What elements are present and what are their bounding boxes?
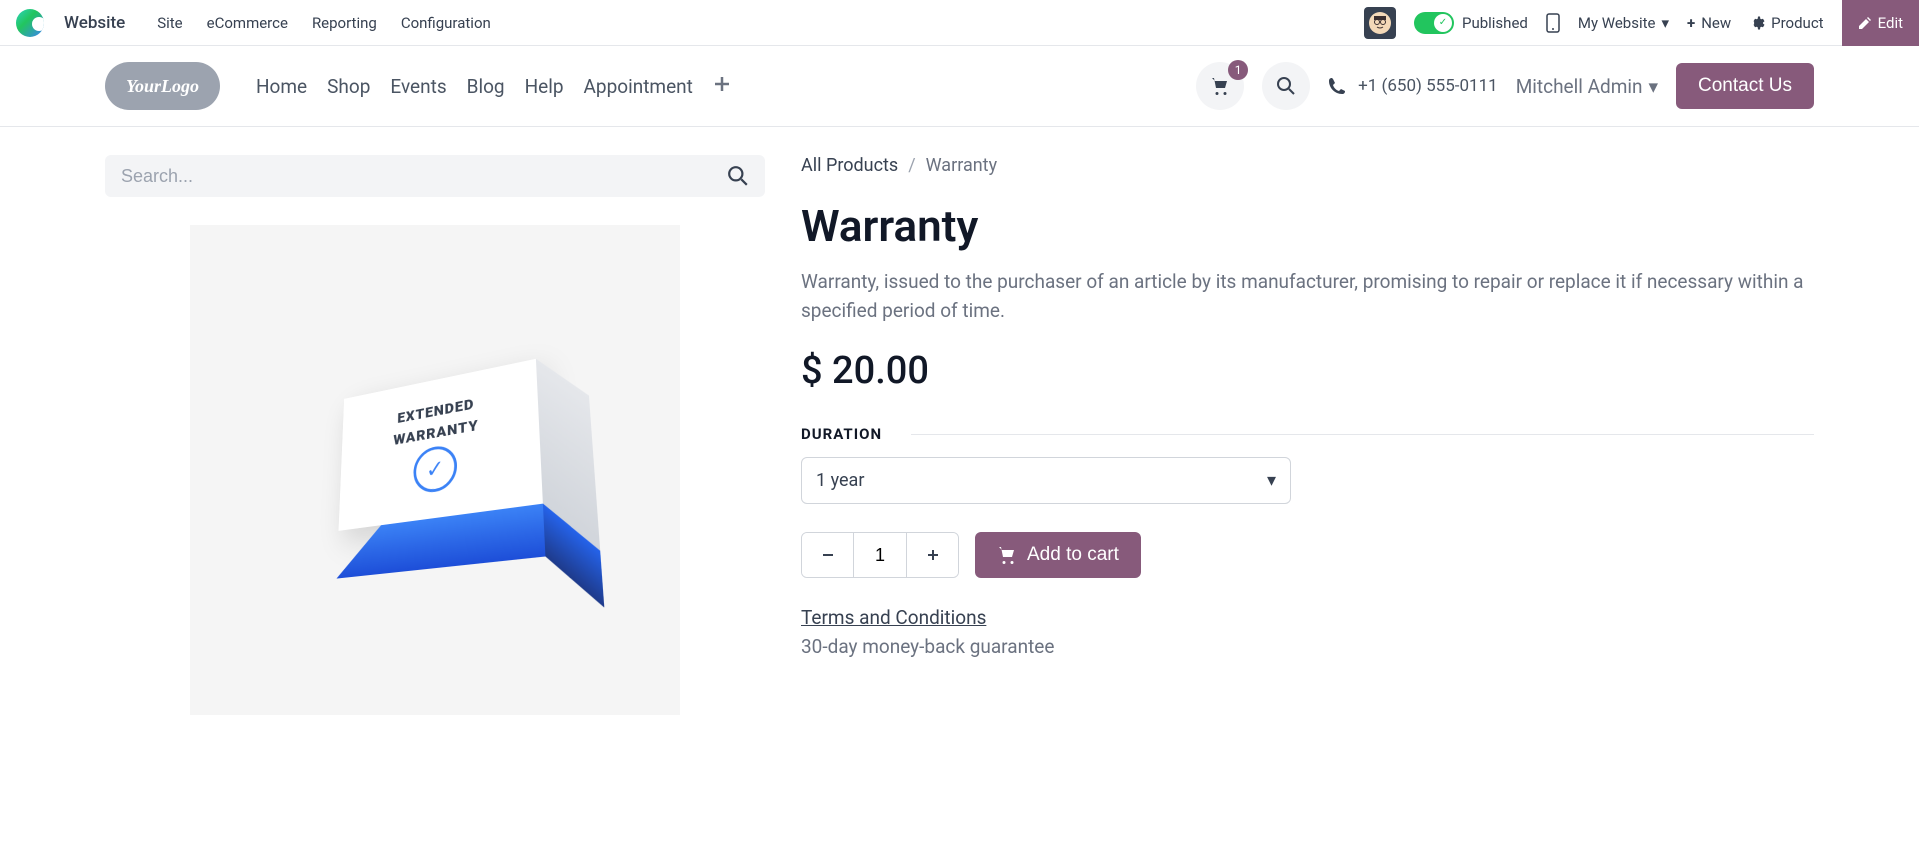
guarantee-text: 30-day money-back guarantee — [801, 635, 1814, 658]
nav-blog[interactable]: Blog — [467, 75, 505, 98]
admin-menu-site[interactable]: Site — [157, 14, 182, 32]
cart-icon — [997, 545, 1017, 565]
my-website-dropdown[interactable]: My Website ▾ — [1578, 14, 1669, 32]
admin-menu-ecommerce[interactable]: eCommerce — [207, 14, 288, 32]
published-label: Published — [1462, 14, 1528, 32]
user-name: Mitchell Admin — [1516, 75, 1643, 98]
mobile-preview-icon[interactable] — [1546, 13, 1560, 33]
add-to-cart-label: Add to cart — [1027, 544, 1119, 566]
admin-right: ✓ Published My Website ▾ + New Product E… — [1364, 0, 1919, 46]
nav-home[interactable]: Home — [256, 75, 307, 98]
caret-down-icon: ▾ — [1661, 14, 1669, 32]
product-title: Warranty — [801, 200, 1814, 252]
breadcrumb-separator: / — [908, 155, 915, 176]
qty-increase-button[interactable] — [906, 533, 958, 577]
breadcrumb: All Products / Warranty — [801, 155, 1814, 176]
cart-button[interactable]: 1 — [1196, 62, 1244, 110]
quantity-input[interactable] — [854, 533, 906, 577]
caret-down-icon: ▾ — [1267, 470, 1276, 491]
main: EXTENDED WARRANTY ✓ All Products / Warra… — [0, 127, 1919, 743]
admin-left: Website Site eCommerce Reporting Configu… — [16, 9, 491, 37]
admin-bar: Website Site eCommerce Reporting Configu… — [0, 0, 1919, 46]
search-icon — [1276, 76, 1296, 96]
phone-icon — [1328, 77, 1346, 95]
header-right: 1 +1 (650) 555-0111 Mitchell Admin ▾ Con… — [1196, 62, 1814, 110]
duration-select[interactable]: 1 year ▾ — [801, 457, 1291, 504]
qty-decrease-button[interactable] — [802, 533, 854, 577]
variant-label: DURATION — [801, 425, 1814, 443]
cart-row: Add to cart — [801, 532, 1814, 578]
site-nav: Home Shop Events Blog Help Appointment — [256, 75, 731, 98]
plus-icon: + — [1687, 14, 1695, 32]
cart-icon — [1210, 76, 1230, 96]
nav-events[interactable]: Events — [390, 75, 446, 98]
product-description: Warranty, issued to the purchaser of an … — [801, 268, 1814, 325]
search-toggle-button[interactable] — [1262, 62, 1310, 110]
caret-down-icon: ▾ — [1648, 75, 1658, 98]
quantity-stepper — [801, 532, 959, 578]
minus-icon — [821, 548, 835, 562]
site-header: YourLogo Home Shop Events Blog Help Appo… — [0, 46, 1919, 127]
app-name: Website — [64, 13, 125, 33]
search-box — [105, 155, 765, 197]
new-label: New — [1701, 14, 1731, 32]
new-button[interactable]: + New — [1687, 14, 1731, 32]
right-column: All Products / Warranty Warranty Warrant… — [801, 155, 1814, 715]
phone-info: +1 (650) 555-0111 — [1328, 76, 1498, 96]
product-image[interactable]: EXTENDED WARRANTY ✓ — [190, 225, 680, 715]
terms-link[interactable]: Terms and Conditions — [801, 606, 1814, 629]
toggle-switch: ✓ — [1414, 12, 1454, 34]
odoo-logo-icon[interactable] — [16, 9, 44, 37]
product-price: $ 20.00 — [801, 349, 1814, 393]
avatar-face-icon — [1368, 11, 1392, 35]
edit-button[interactable]: Edit — [1842, 0, 1919, 46]
contact-us-button[interactable]: Contact Us — [1676, 63, 1814, 109]
search-icon[interactable] — [727, 165, 749, 187]
breadcrumb-current: Warranty — [926, 155, 997, 176]
admin-menu: Site eCommerce Reporting Configuration — [157, 14, 491, 32]
warranty-badge-icon: ✓ — [413, 443, 457, 495]
pencil-icon — [1858, 16, 1872, 30]
publish-toggle[interactable]: ✓ Published — [1414, 12, 1528, 34]
product-label: Product — [1771, 14, 1823, 32]
gear-icon — [1749, 15, 1765, 31]
check-icon: ✓ — [1434, 14, 1452, 32]
nav-appointment[interactable]: Appointment — [584, 75, 693, 98]
add-to-cart-button[interactable]: Add to cart — [975, 532, 1141, 578]
product-image-wrap: EXTENDED WARRANTY ✓ — [105, 225, 765, 715]
admin-menu-reporting[interactable]: Reporting — [312, 14, 377, 32]
duration-selected: 1 year — [816, 470, 864, 491]
site-logo[interactable]: YourLogo — [105, 62, 220, 110]
admin-menu-configuration[interactable]: Configuration — [401, 14, 491, 32]
plus-icon — [926, 548, 940, 562]
nav-shop[interactable]: Shop — [327, 75, 370, 98]
nav-add-icon[interactable] — [713, 75, 731, 98]
product-settings-button[interactable]: Product — [1749, 14, 1823, 32]
left-column: EXTENDED WARRANTY ✓ — [105, 155, 765, 715]
breadcrumb-root[interactable]: All Products — [801, 155, 898, 176]
edit-label: Edit — [1878, 14, 1903, 32]
user-dropdown[interactable]: Mitchell Admin ▾ — [1516, 75, 1658, 98]
phone-number[interactable]: +1 (650) 555-0111 — [1358, 76, 1498, 96]
cart-badge: 1 — [1228, 60, 1248, 80]
my-website-label: My Website — [1578, 14, 1656, 32]
search-input[interactable] — [121, 166, 727, 187]
avatar[interactable] — [1364, 7, 1396, 39]
nav-help[interactable]: Help — [525, 75, 564, 98]
